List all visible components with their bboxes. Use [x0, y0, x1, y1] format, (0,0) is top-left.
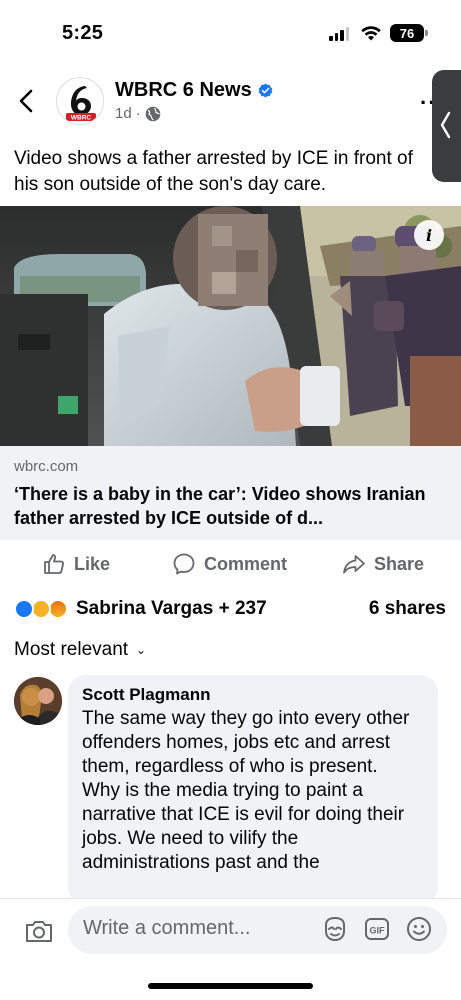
- camera-icon[interactable]: [24, 918, 54, 944]
- chevron-down-icon: ⌄: [136, 643, 147, 657]
- status-bar: 5:25 76: [0, 0, 461, 62]
- wbrc-logo-icon: WBRC: [58, 79, 103, 124]
- like-icon: [44, 554, 64, 574]
- reactors-summary[interactable]: Sabrina Vargas + 237: [76, 598, 267, 620]
- angry-reaction-icon: [48, 599, 68, 619]
- meta-separator: ·: [135, 105, 141, 122]
- home-indicator[interactable]: [148, 983, 313, 989]
- share-button[interactable]: Share: [342, 546, 424, 582]
- engagement-row: Sabrina Vargas + 237 6 shares: [14, 596, 446, 624]
- globe-icon: [145, 106, 160, 121]
- cellular-signal-icon: [329, 27, 349, 41]
- comment-text: The same way they go into every other of…: [82, 708, 410, 873]
- like-button[interactable]: Like: [42, 546, 110, 582]
- emoji-icon[interactable]: [405, 915, 433, 943]
- svg-text:GIF: GIF: [370, 926, 386, 936]
- page-name[interactable]: WBRC 6 News: [115, 79, 273, 102]
- page-name-text[interactable]: WBRC 6 News: [115, 79, 252, 102]
- like-reaction-icon: [14, 599, 34, 619]
- post-video[interactable]: [0, 206, 461, 446]
- verified-badge-icon: [258, 83, 273, 98]
- post-meta: 1d ·: [115, 105, 161, 122]
- comment-button[interactable]: Comment: [172, 546, 287, 582]
- video-frame-image: [0, 206, 461, 446]
- battery-level: 76: [399, 25, 415, 41]
- battery-indicator: 76: [390, 24, 424, 42]
- svg-text:WBRC: WBRC: [71, 115, 92, 122]
- share-icon: [343, 555, 365, 574]
- comment-icon: [173, 553, 195, 575]
- post-actions: Like Comment Share: [0, 546, 461, 582]
- comment-input-placeholder[interactable]: Write a comment...: [83, 917, 250, 940]
- link-title[interactable]: ‘There is a baby in the car’: Video show…: [14, 482, 450, 530]
- commenter-photo: [14, 677, 62, 725]
- comment-bubble[interactable]: Scott Plagmann The same way they go into…: [68, 675, 438, 905]
- comment-label: Comment: [204, 553, 288, 574]
- like-label: Like: [74, 553, 111, 574]
- sad-reaction-icon: [31, 599, 51, 619]
- post-text: Video shows a father arrested by ICE in …: [14, 148, 413, 195]
- shares-count[interactable]: 6 shares: [369, 598, 446, 620]
- link-domain: wbrc.com: [14, 458, 79, 475]
- sort-label: Most relevant: [14, 639, 129, 660]
- avatar-sticker-icon[interactable]: [321, 915, 349, 943]
- gif-icon[interactable]: GIF: [363, 915, 391, 943]
- reaction-icons[interactable]: [14, 599, 74, 621]
- page-avatar[interactable]: WBRC: [56, 77, 104, 125]
- battery-tip: [425, 30, 428, 36]
- avatar[interactable]: [14, 677, 62, 725]
- info-icon[interactable]: i: [414, 220, 444, 250]
- wifi-icon: [361, 26, 381, 41]
- post-time[interactable]: 1d: [115, 105, 132, 122]
- chevron-left-icon: [440, 111, 451, 139]
- back-chevron-icon[interactable]: [16, 88, 38, 114]
- share-label: Share: [374, 553, 425, 574]
- status-time: 5:25: [62, 22, 104, 44]
- comments-sort-dropdown[interactable]: Most relevant ⌄: [14, 639, 146, 661]
- comment-author[interactable]: Scott Plagmann: [82, 685, 424, 705]
